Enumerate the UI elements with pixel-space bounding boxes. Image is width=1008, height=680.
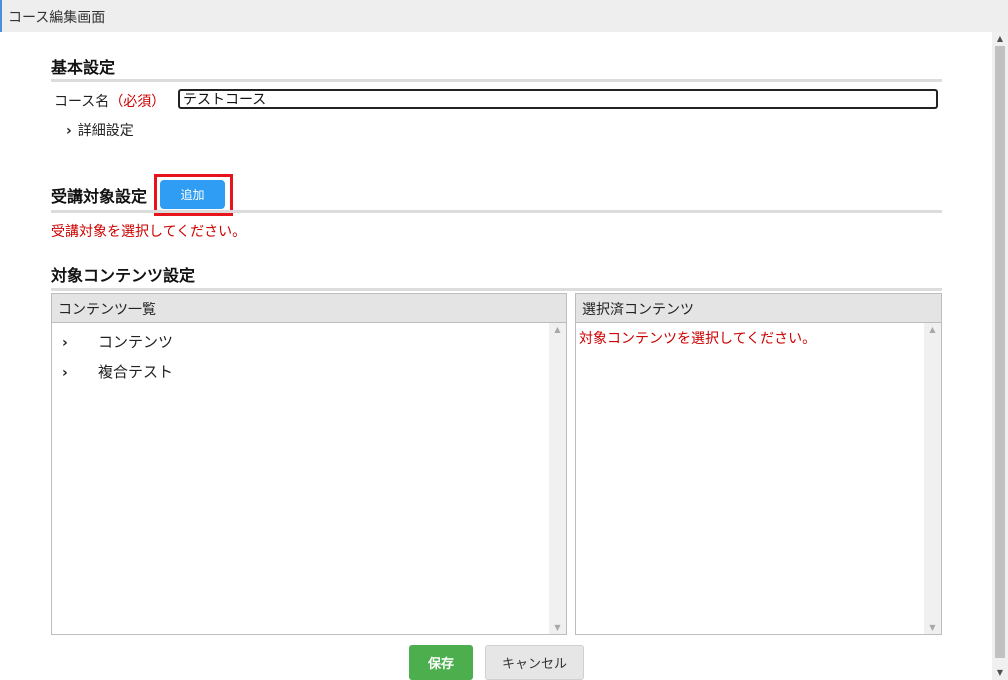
detail-settings-label: 詳細設定 xyxy=(77,123,134,139)
scroll-up-arrow-icon[interactable]: ▲ xyxy=(549,325,566,334)
selected-content-scrollbar[interactable]: ▲ ▼ xyxy=(924,323,941,634)
content-tree-item-label: 複合テスト xyxy=(98,363,174,381)
target-error-message: 受講対象を選択してください。 xyxy=(51,224,247,240)
content-list-scrollbar[interactable]: ▲ ▼ xyxy=(549,323,566,634)
selected-content-panel: 選択済コンテンツ 対象コンテンツを選択してください。 ▲ ▼ xyxy=(575,293,942,635)
detail-settings-toggle[interactable]: › 詳細設定 xyxy=(66,120,134,140)
content-list-header: コンテンツ一覧 xyxy=(52,294,566,323)
add-target-button[interactable]: 追加 xyxy=(160,180,225,209)
section-divider xyxy=(51,79,942,82)
scroll-down-arrow-icon[interactable]: ▼ xyxy=(549,623,566,632)
chevron-right-icon: › xyxy=(62,365,68,381)
content-tree-item[interactable]: › コンテンツ xyxy=(62,331,173,352)
selected-content-error-message: 対象コンテンツを選択してください。 xyxy=(579,331,817,347)
course-name-label: コース名（必須） xyxy=(54,91,165,111)
scroll-up-arrow-icon[interactable]: ▲ xyxy=(992,32,1008,46)
page-scroll-thumb[interactable] xyxy=(995,46,1005,658)
chevron-right-icon: › xyxy=(66,123,72,139)
window-titlebar: コース編集画面 xyxy=(0,0,1008,32)
window-title: コース編集画面 xyxy=(8,10,106,26)
content-list-panel: コンテンツ一覧 › コンテンツ › 複合テスト ▲ ▼ xyxy=(51,293,567,635)
cancel-button[interactable]: キャンセル xyxy=(485,645,584,680)
section-divider xyxy=(51,288,942,291)
course-name-input[interactable] xyxy=(178,89,938,109)
page-scrollbar[interactable]: ▲ ▼ xyxy=(992,32,1008,680)
chevron-right-icon: › xyxy=(62,335,68,351)
scroll-down-arrow-icon[interactable]: ▼ xyxy=(992,666,1008,680)
target-settings-heading: 受講対象設定 xyxy=(51,187,148,206)
required-marker: （必須） xyxy=(109,94,166,110)
save-button[interactable]: 保存 xyxy=(409,645,473,680)
course-name-label-text: コース名 xyxy=(54,94,110,110)
section-divider xyxy=(51,210,942,213)
content-tree-item[interactable]: › 複合テスト xyxy=(62,361,173,382)
scroll-down-arrow-icon[interactable]: ▼ xyxy=(924,623,941,632)
content-tree-item-label: コンテンツ xyxy=(98,333,174,351)
basic-settings-heading: 基本設定 xyxy=(51,58,116,77)
content-settings-heading: 対象コンテンツ設定 xyxy=(51,266,196,285)
selected-content-header: 選択済コンテンツ xyxy=(576,294,941,323)
scroll-up-arrow-icon[interactable]: ▲ xyxy=(924,325,941,334)
